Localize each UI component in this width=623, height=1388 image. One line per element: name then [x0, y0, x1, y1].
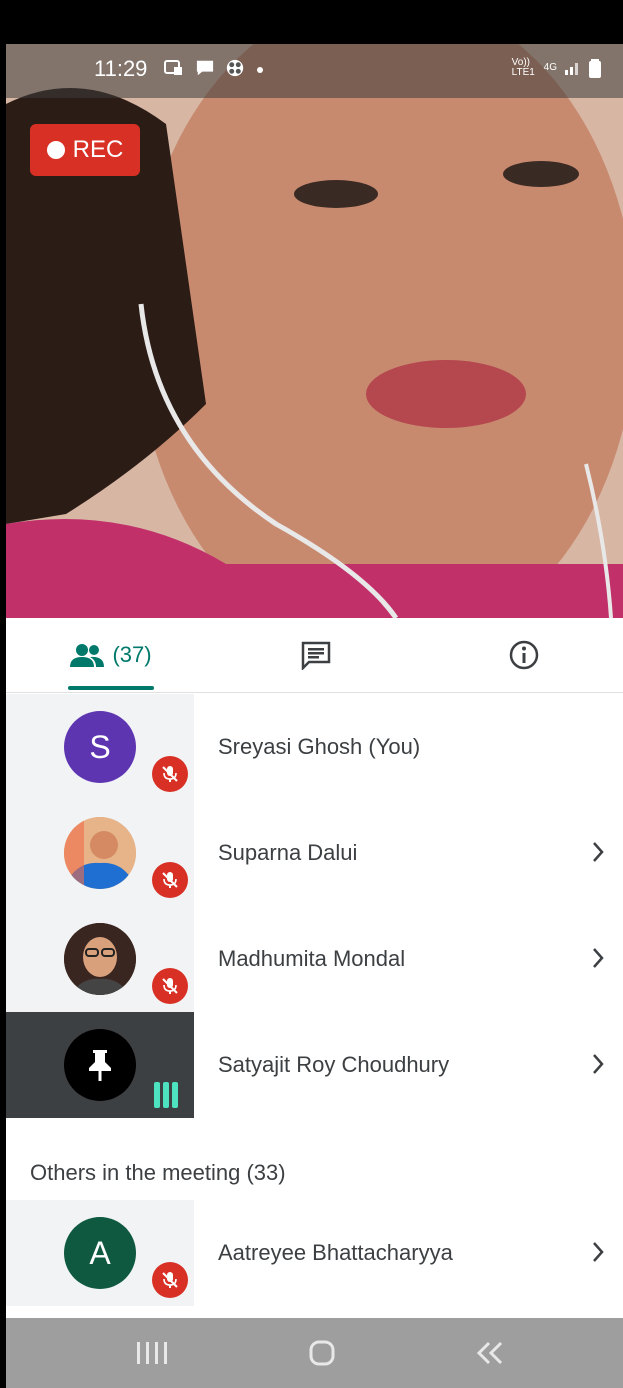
back-icon — [476, 1341, 503, 1365]
others-section-header: Others in the meeting (33) — [30, 1160, 286, 1185]
avatar — [64, 1029, 136, 1101]
recents-button[interactable] — [132, 1336, 172, 1370]
muted-mic-badge — [152, 968, 188, 1004]
muted-mic-badge — [152, 862, 188, 898]
mic-off-icon — [162, 766, 178, 782]
avatar-column: S — [6, 694, 194, 800]
info-icon — [509, 640, 539, 670]
active-tab-indicator — [68, 686, 154, 690]
chevron-right-icon — [593, 948, 604, 968]
top-black-bar — [0, 0, 623, 44]
tab-chat[interactable] — [286, 618, 346, 692]
meet-app-icon — [226, 59, 244, 77]
speaking-indicator-icon — [154, 1082, 186, 1108]
avatar — [64, 817, 136, 889]
avatar-initial: S — [89, 728, 111, 765]
back-button[interactable] — [470, 1336, 510, 1370]
video-feed[interactable]: 11:29 Vo)) LTE1 4G REC — [6, 44, 623, 618]
mic-off-icon — [162, 1272, 178, 1288]
people-count: (37) — [112, 642, 152, 667]
recents-icon — [137, 1342, 167, 1364]
signal-icon — [565, 63, 578, 75]
panel-tabs: (37) — [6, 618, 623, 693]
participant-name: Sreyasi Ghosh (You) — [218, 734, 421, 759]
tab-info[interactable] — [494, 618, 554, 692]
chat-icon — [301, 641, 331, 670]
chevron-right-icon — [593, 1054, 604, 1074]
chevron-right-icon — [593, 1242, 604, 1262]
chevron-right-icon — [593, 842, 604, 862]
avatar-photo — [64, 817, 136, 889]
muted-mic-badge — [152, 756, 188, 792]
participants-panel: (37) S Sreyasi Ghosh (You) Suparna Dalui… — [6, 618, 623, 1318]
avatar-initial: A — [89, 1234, 111, 1271]
participant-row[interactable]: Suparna Dalui — [6, 800, 623, 906]
avatar-column — [6, 906, 194, 1012]
battery-icon — [589, 59, 601, 78]
avatar: S — [64, 711, 136, 783]
cast-icon — [164, 60, 182, 75]
participant-row[interactable]: A Aatreyee Bhattacharyya — [6, 1200, 623, 1306]
people-icon — [70, 644, 105, 667]
avatar-photo — [64, 923, 136, 995]
home-icon — [309, 1340, 335, 1366]
muted-mic-badge — [152, 1262, 188, 1298]
avatar: A — [64, 1217, 136, 1289]
avatar-column — [6, 1012, 194, 1118]
recording-badge: REC — [30, 124, 140, 176]
tab-people[interactable]: (37) — [46, 618, 176, 692]
recording-dot-icon — [46, 141, 65, 159]
network-type: 4G — [543, 62, 557, 73]
participant-row[interactable]: Madhumita Mondal — [6, 906, 623, 1012]
message-icon — [196, 60, 214, 76]
participant-name: Satyajit Roy Choudhury — [218, 1052, 450, 1077]
status-bar: 11:29 Vo)) LTE1 4G — [6, 44, 623, 98]
avatar-column — [6, 800, 194, 906]
mic-off-icon — [162, 978, 178, 994]
home-button[interactable] — [302, 1336, 342, 1370]
mic-off-icon — [162, 872, 178, 888]
pin-icon — [89, 1050, 111, 1081]
avatar — [64, 923, 136, 995]
status-time: 11:29 — [94, 56, 148, 81]
avatar-column: A — [6, 1200, 194, 1306]
participant-row[interactable]: Satyajit Roy Choudhury — [6, 1012, 623, 1118]
participant-row[interactable]: S Sreyasi Ghosh (You) — [6, 694, 623, 800]
participant-name: Suparna Dalui — [218, 840, 358, 865]
network-label: Vo)) LTE1 — [511, 57, 535, 78]
recording-label: REC — [72, 136, 124, 163]
participant-name: Madhumita Mondal — [218, 946, 406, 971]
status-right-cluster: Vo)) LTE1 4G — [512, 58, 601, 78]
android-nav-bar — [6, 1318, 623, 1388]
notification-dot-icon — [257, 67, 263, 73]
participant-name: Aatreyee Bhattacharyya — [218, 1240, 453, 1265]
